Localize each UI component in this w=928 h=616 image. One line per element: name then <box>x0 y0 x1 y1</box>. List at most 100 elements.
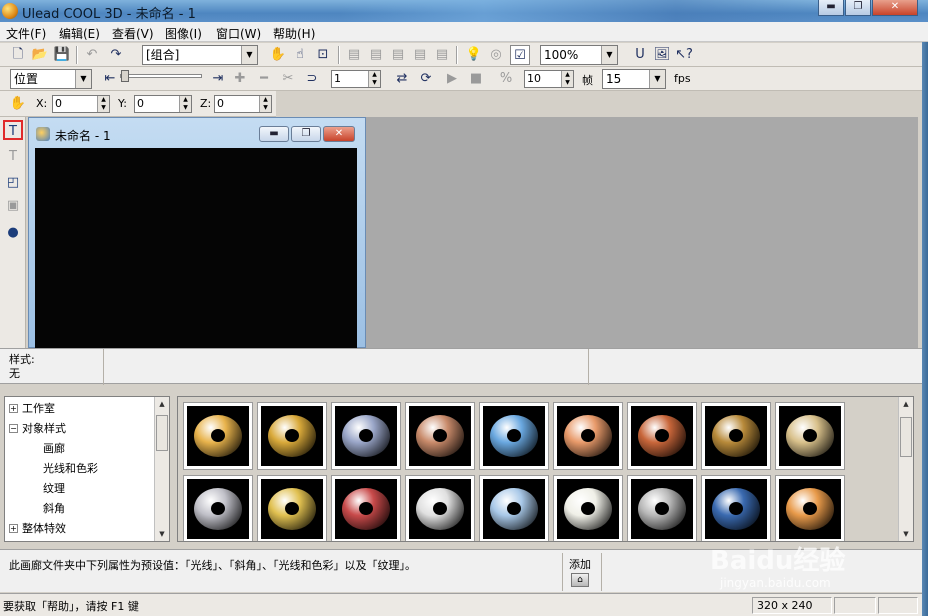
gallery-thumbnail[interactable] <box>627 402 697 470</box>
gallery-thumbnail[interactable] <box>183 475 253 541</box>
globe-icon[interactable]: ◎ <box>486 45 506 65</box>
light-icon[interactable]: 💡 <box>464 45 484 65</box>
chevron-down-icon: ▼ <box>75 70 91 88</box>
percent-icon[interactable]: % <box>496 69 516 89</box>
hand-icon[interactable]: ✋ <box>8 94 28 114</box>
gallery-thumbnail[interactable] <box>257 475 327 541</box>
resize-icon[interactable]: ⊡ <box>313 45 333 65</box>
gallery-scrollbar[interactable]: ▲ ▼ <box>898 397 913 541</box>
help-pointer-icon[interactable]: ↖? <box>674 45 694 65</box>
gallery-thumbnail[interactable] <box>405 402 475 470</box>
repeat-icon[interactable]: ⇄ <box>392 69 412 89</box>
save-icon[interactable]: 💾 <box>52 45 72 65</box>
undo-icon[interactable]: ↶ <box>82 45 102 65</box>
redo-icon[interactable]: ↷ <box>106 45 126 65</box>
menu-image[interactable]: 图像(I) <box>165 25 202 42</box>
gallery-thumbnail[interactable] <box>627 475 697 541</box>
gallery-thumbnail[interactable] <box>405 475 475 541</box>
open-folder-icon[interactable]: 📂 <box>30 45 50 65</box>
document-minimize-button[interactable]: ▬ <box>259 126 289 142</box>
tree-item-gallery[interactable]: 画廊 <box>43 440 65 456</box>
checkbox-icon[interactable]: ☑ <box>510 45 530 65</box>
current-frame-field[interactable]: 1 ▲ ▼ <box>331 70 381 88</box>
scroll-down-icon[interactable]: ▼ <box>155 527 169 541</box>
insert-geometric-icon[interactable]: ● <box>3 223 23 243</box>
tree-item-studio[interactable]: + 工作室 <box>9 400 55 416</box>
z-field[interactable]: 0 ▲ ▼ <box>214 95 272 113</box>
play-mode-icon[interactable]: ⟳ <box>416 69 436 89</box>
object-tool-4-icon[interactable]: ▤ <box>410 45 430 65</box>
play-icon[interactable]: ▶ <box>442 69 462 89</box>
tree-item-light-color[interactable]: 光线和色彩 <box>43 460 98 476</box>
hand-move-icon[interactable]: ✋ <box>268 45 288 65</box>
torus-preview <box>786 488 834 530</box>
add-frame-icon[interactable]: ✚ <box>230 69 250 89</box>
maximize-button[interactable]: ❐ <box>845 0 871 16</box>
object-group-select[interactable]: [组合] ▼ <box>142 45 258 65</box>
canvas-size: 320 x 240 <box>752 597 832 614</box>
minimize-button[interactable]: ▬ <box>818 0 844 16</box>
frame-tool-icon[interactable]: ✂ <box>278 69 298 89</box>
frame-slider-track[interactable] <box>120 74 202 78</box>
scroll-up-icon[interactable]: ▲ <box>899 397 913 411</box>
first-frame-icon[interactable]: ⇤ <box>100 69 120 89</box>
y-field[interactable]: 0 ▲ ▼ <box>134 95 192 113</box>
gallery-thumbnail[interactable] <box>553 475 623 541</box>
object-tool-1-icon[interactable]: ▤ <box>344 45 364 65</box>
tree-scrollbar[interactable]: ▲ ▼ <box>154 397 169 541</box>
tree-item-overall-effects[interactable]: + 整体特效 <box>9 520 66 536</box>
torus-preview <box>786 415 834 457</box>
frames-label: 帧 <box>582 74 593 87</box>
document-maximize-button[interactable]: ❐ <box>291 126 321 142</box>
document-close-button[interactable]: ✕ <box>323 126 355 142</box>
menu-help[interactable]: 帮助(H) <box>273 25 315 42</box>
close-button[interactable]: ✕ <box>872 0 918 16</box>
tree-item-bevel[interactable]: 斜角 <box>43 500 65 516</box>
gallery-thumbnail[interactable] <box>701 475 771 541</box>
ulead-icon[interactable]: U <box>630 45 650 65</box>
zoom-select[interactable]: 100% ▼ <box>540 45 618 65</box>
attribute-select[interactable]: 位置 ▼ <box>10 69 92 89</box>
gallery-thumbnail[interactable] <box>553 402 623 470</box>
loop-icon[interactable]: ⊃ <box>302 69 322 89</box>
scroll-down-icon[interactable]: ▼ <box>899 527 913 541</box>
tree-item-shadow[interactable]: 阴影 <box>43 540 65 541</box>
stop-icon[interactable]: ■ <box>466 69 486 89</box>
edit-graphics-icon[interactable]: ▣ <box>3 196 23 216</box>
gallery-thumbnail[interactable] <box>331 475 401 541</box>
image-icon[interactable]: 🖼 <box>652 45 672 65</box>
object-tool-3-icon[interactable]: ▤ <box>388 45 408 65</box>
fps-select[interactable]: 15 ▼ <box>602 69 666 89</box>
gallery-thumbnail[interactable] <box>775 402 845 470</box>
gallery-thumbnail[interactable] <box>479 402 549 470</box>
gallery-thumbnail[interactable] <box>775 475 845 541</box>
last-frame-icon[interactable]: ⇥ <box>208 69 228 89</box>
gallery-thumbnail[interactable] <box>257 402 327 470</box>
tree-item-object-style[interactable]: − 对象样式 <box>9 420 66 436</box>
rotate-hand-icon[interactable]: ☝ <box>290 45 310 65</box>
gallery-description: 此画廊文件夹中下列属性为预设值：「光线」、「斜角」、「光线和色彩」以及「纹理」。 <box>9 559 416 572</box>
tree-item-texture[interactable]: 纹理 <box>43 480 65 496</box>
object-tool-5-icon[interactable]: ▤ <box>432 45 452 65</box>
x-field[interactable]: 0 ▲ ▼ <box>52 95 110 113</box>
menu-view[interactable]: 查看(V) <box>112 25 154 42</box>
insert-text-icon[interactable]: T <box>3 120 23 140</box>
scroll-up-icon[interactable]: ▲ <box>155 397 169 411</box>
render-canvas[interactable] <box>35 148 357 348</box>
gallery-thumbnail[interactable] <box>331 402 401 470</box>
remove-frame-icon[interactable]: ━ <box>254 69 274 89</box>
frame-slider-thumb[interactable] <box>121 70 129 82</box>
edit-text-icon[interactable]: T <box>3 147 23 167</box>
gallery-thumbnail[interactable] <box>701 402 771 470</box>
menu-edit[interactable]: 编辑(E) <box>59 25 100 42</box>
new-file-icon[interactable]: 🗋 <box>8 45 28 65</box>
menu-file[interactable]: 文件(F) <box>6 25 46 42</box>
style-value: 无 <box>9 367 20 380</box>
add-button[interactable]: 添加 ⌂ <box>562 553 602 591</box>
gallery-thumbnail[interactable] <box>479 475 549 541</box>
frame-count-field[interactable]: 10 ▲ ▼ <box>524 70 574 88</box>
insert-graphics-icon[interactable]: ◰ <box>3 173 23 193</box>
menu-window[interactable]: 窗口(W) <box>216 25 261 42</box>
gallery-thumbnail[interactable] <box>183 402 253 470</box>
object-tool-2-icon[interactable]: ▤ <box>366 45 386 65</box>
